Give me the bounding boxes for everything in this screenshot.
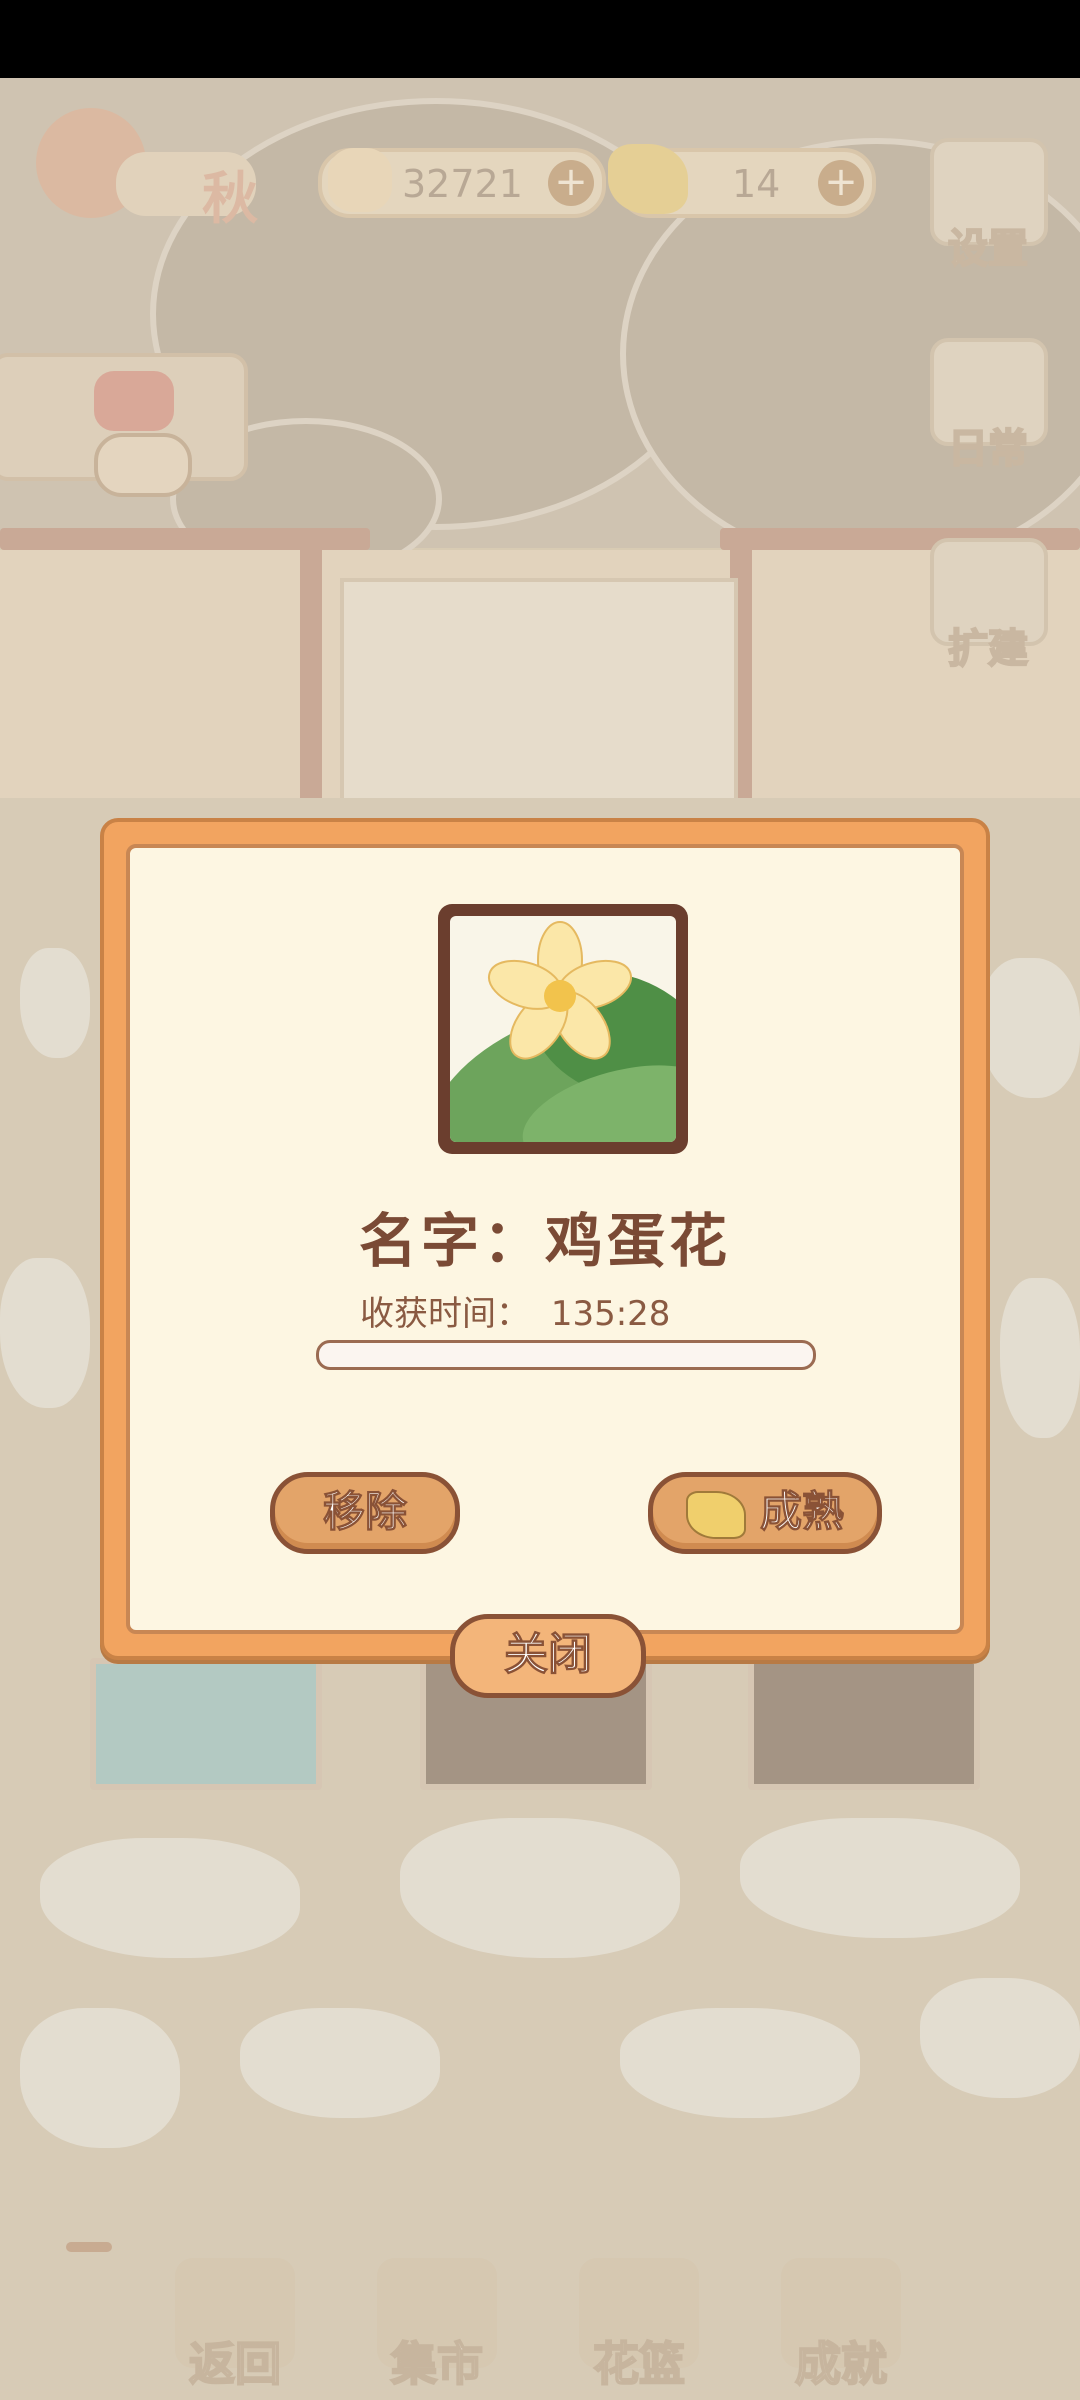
fish-count: 32721 bbox=[402, 162, 523, 206]
close-label: 关闭 bbox=[504, 1629, 593, 1681]
remove-button[interactable]: 移除 bbox=[270, 1472, 460, 1554]
daily-button[interactable]: 日常 bbox=[930, 338, 1048, 474]
stepping-stone bbox=[740, 1818, 1020, 1938]
cheese-button-icon bbox=[685, 1490, 746, 1539]
stepping-stone bbox=[920, 1978, 1080, 2098]
settings-label: 设置 bbox=[947, 225, 1029, 273]
fish-bone-icon bbox=[328, 148, 392, 212]
harvest-time-row: 收获时间： 135:28 bbox=[360, 1286, 670, 1335]
market-button[interactable]: 集市 bbox=[372, 2258, 502, 2394]
season-label: 秋 bbox=[202, 167, 258, 232]
basket-button[interactable]: 花篮 bbox=[574, 2258, 704, 2394]
fence-post bbox=[300, 550, 322, 800]
cheese-count: 14 bbox=[732, 162, 781, 206]
plant-info-dialog: 名字：鸡蛋花 收获时间： 135:28 移除 成熟 关闭 bbox=[100, 818, 990, 1698]
daily-label: 日常 bbox=[947, 425, 1029, 473]
harvest-time-value: 135:28 bbox=[550, 1294, 671, 1334]
minimize-handle[interactable] bbox=[66, 2242, 112, 2252]
status-bar bbox=[0, 0, 1080, 78]
watering-ad-button[interactable] bbox=[0, 353, 248, 497]
expand-label: 扩建 bbox=[947, 625, 1029, 673]
planting-plot[interactable] bbox=[748, 1658, 980, 1790]
stepping-stone bbox=[620, 2008, 860, 2118]
stepping-stone bbox=[1000, 1278, 1080, 1438]
back-button[interactable]: 返回 bbox=[170, 2258, 300, 2394]
harvest-time-label: 收获时间： bbox=[360, 1294, 530, 1334]
stepping-stone bbox=[40, 1838, 300, 1958]
cheese-currency: 14 + bbox=[608, 144, 876, 218]
season-badge[interactable]: 秋 bbox=[36, 108, 264, 232]
gate bbox=[340, 578, 738, 806]
stepping-stone bbox=[400, 1818, 680, 1958]
stepping-stone bbox=[20, 2008, 180, 2148]
play-icon bbox=[94, 433, 192, 497]
market-label: 集市 bbox=[390, 2336, 484, 2392]
growth-progress-bar bbox=[316, 1340, 816, 1370]
achievement-button[interactable]: 成就 bbox=[776, 2258, 906, 2394]
plant-portrait bbox=[438, 904, 688, 1154]
ripen-label: 成熟 bbox=[759, 1487, 844, 1537]
planting-plot[interactable] bbox=[90, 1658, 322, 1790]
back-label: 返回 bbox=[188, 2336, 282, 2392]
settings-button[interactable]: 设置 bbox=[930, 138, 1048, 274]
add-cheese-button[interactable]: + bbox=[818, 160, 864, 206]
stepping-stone bbox=[0, 1258, 90, 1408]
stepping-stone bbox=[240, 2008, 440, 2118]
fence-roof bbox=[0, 528, 370, 550]
add-fish-button[interactable]: + bbox=[548, 160, 594, 206]
basket-label: 花篮 bbox=[592, 2336, 686, 2392]
close-button[interactable]: 关闭 bbox=[450, 1614, 646, 1698]
stepping-stone bbox=[20, 948, 90, 1058]
ripen-button[interactable]: 成熟 bbox=[648, 1472, 882, 1554]
expand-button[interactable]: 扩建 bbox=[930, 538, 1048, 674]
flower-icon bbox=[450, 916, 676, 1142]
watering-can-icon bbox=[94, 371, 174, 431]
cheese-icon bbox=[608, 144, 688, 214]
achievement-label: 成就 bbox=[794, 2336, 888, 2392]
fish-currency: 32721 + bbox=[318, 148, 606, 218]
stepping-stone bbox=[980, 958, 1080, 1098]
remove-label: 移除 bbox=[322, 1487, 407, 1537]
dialog-panel: 名字：鸡蛋花 收获时间： 135:28 移除 成熟 bbox=[126, 844, 964, 1634]
plant-name: 名字：鸡蛋花 bbox=[358, 1207, 731, 1275]
